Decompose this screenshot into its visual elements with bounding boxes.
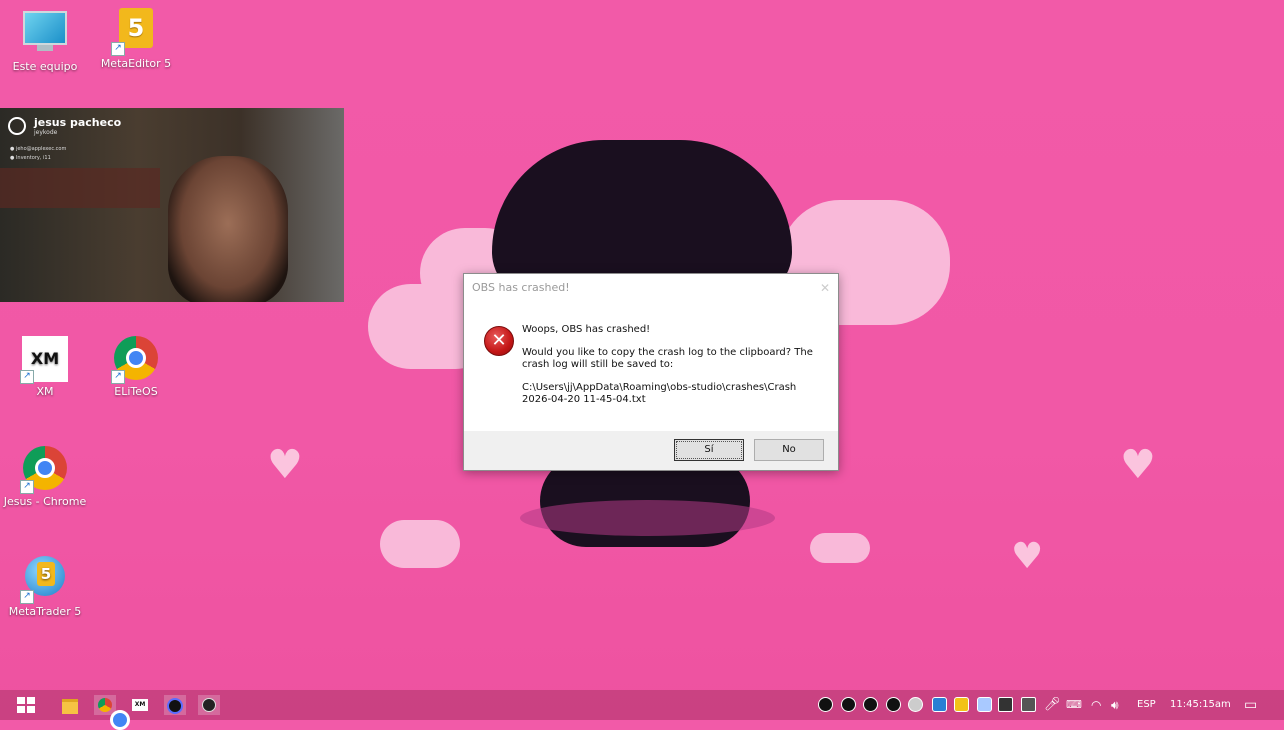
chrome-icon: ↗	[20, 446, 68, 494]
start-icon[interactable]	[14, 695, 36, 715]
dialog-heading: Woops, OBS has crashed!	[522, 324, 651, 335]
desktop-icon-label: MetaTrader 5	[8, 605, 82, 618]
notifications-icon[interactable]: ▭	[1244, 690, 1257, 720]
desktop-icon-label: Jesus - Chrome	[3, 495, 87, 508]
desktop-icon-metaeditor[interactable]: 5 ↗ MetaEditor 5	[91, 8, 181, 70]
desktop-icon-xm[interactable]: XM ↗ XM	[0, 336, 90, 398]
dialog-message: Woops, OBS has crashed! Would you like t…	[522, 324, 822, 417]
clock[interactable]: 11:45:15am	[1170, 690, 1231, 720]
streamer-name: jesus pacheco	[34, 116, 122, 129]
obs-tray-icon[interactable]	[886, 697, 901, 712]
wallpaper-shadow	[520, 500, 775, 536]
yes-button[interactable]: Sí	[674, 439, 744, 461]
close-icon[interactable]: ✕	[820, 274, 830, 302]
display-tray-icon[interactable]	[1021, 697, 1036, 712]
input-language[interactable]: ESP	[1137, 690, 1156, 720]
dialog-body: ✕ Woops, OBS has crashed! Would you like…	[464, 302, 838, 431]
no-button[interactable]: No	[754, 439, 824, 461]
wallpaper-cloud	[810, 533, 870, 563]
shortcut-arrow-icon: ↗	[20, 590, 34, 604]
cloud-tray-icon[interactable]	[932, 697, 947, 712]
chrome-icon: ↗	[111, 336, 159, 384]
file-explorer-icon[interactable]	[59, 695, 81, 715]
metatrader-icon: 5 ↗	[20, 556, 68, 604]
language-bar-icon[interactable]: ⌨	[1066, 690, 1082, 720]
obs-circle-icon[interactable]	[164, 695, 186, 715]
xm-icon[interactable]: XM	[129, 695, 151, 715]
dialog-titlebar[interactable]: OBS has crashed! ✕	[464, 274, 838, 302]
shortcut-arrow-icon: ↗	[111, 370, 125, 384]
wallpaper-heart: ♥	[1011, 536, 1044, 577]
metaeditor-icon: 5 ↗	[111, 8, 159, 56]
tray-app-icon[interactable]	[908, 697, 923, 712]
chrome-icon[interactable]	[94, 695, 130, 730]
dialog-title: OBS has crashed!	[472, 281, 570, 294]
pen-tray-icon[interactable]	[977, 697, 992, 712]
xm-icon: XM ↗	[20, 336, 68, 384]
tray-app-icon[interactable]	[998, 697, 1013, 712]
wallpaper-cloud	[380, 520, 460, 568]
obs-crash-dialog: OBS has crashed! ✕ ✕ Woops, OBS has cras…	[463, 273, 839, 471]
desktop-icon-label: XM	[36, 385, 54, 398]
streamer-handle: jeykode	[34, 129, 58, 136]
desktop-icon-eliteos[interactable]: ↗ ELiTeOS	[91, 336, 181, 398]
obs-icon[interactable]	[198, 695, 220, 715]
desktop-icon-metatrader[interactable]: 5 ↗ MetaTrader 5	[0, 556, 90, 618]
obs-tray-icon[interactable]	[818, 697, 833, 712]
wallpaper-heart: ♥	[1120, 442, 1156, 488]
desktop-icon-label: Este equipo	[12, 60, 78, 73]
wifi-icon[interactable]: ◠	[1091, 690, 1101, 720]
tray-app-icon[interactable]	[954, 697, 969, 712]
webcam-person	[168, 156, 288, 302]
shortcut-arrow-icon: ↗	[111, 42, 125, 56]
wallpaper-heart: ♥	[267, 442, 303, 488]
streamer-info-line: ● Inventory, i11	[10, 155, 51, 161]
streamer-logo-icon	[8, 117, 26, 135]
dialog-footer: Sí No	[464, 431, 838, 470]
desktop-icon-jesus-chrome[interactable]: ↗ Jesus - Chrome	[0, 446, 90, 508]
desktop-icon-este-equipo[interactable]: Este equipo	[0, 8, 90, 73]
obs-tray-icon[interactable]	[841, 697, 856, 712]
crash-log-path: C:\Users\jj\AppData\Roaming\obs-studio\c…	[522, 382, 797, 405]
dialog-question: Would you like to copy the crash log to …	[522, 347, 813, 370]
webcam-overlay: jesus pacheco jeykode ● jeho@applexec.co…	[0, 108, 344, 302]
volume-icon[interactable]: 🔊︎	[1111, 690, 1119, 720]
microphone-icon[interactable]: 🎤︎	[1044, 690, 1061, 720]
streamer-info-line: ● jeho@applexec.com	[10, 146, 67, 152]
taskbar: XM 🎤︎ ⌨ ◠ 🔊︎ ESP 11:45:15am ▭	[0, 690, 1284, 730]
monitor-icon	[22, 11, 68, 57]
desktop-icon-label: MetaEditor 5	[100, 57, 172, 70]
shortcut-arrow-icon: ↗	[20, 480, 34, 494]
shortcut-arrow-icon: ↗	[20, 370, 34, 384]
obs-tray-icon[interactable]	[863, 697, 878, 712]
desktop-icon-label: ELiTeOS	[114, 385, 158, 398]
webcam-background-shelf	[0, 168, 160, 208]
error-icon: ✕	[484, 326, 514, 356]
